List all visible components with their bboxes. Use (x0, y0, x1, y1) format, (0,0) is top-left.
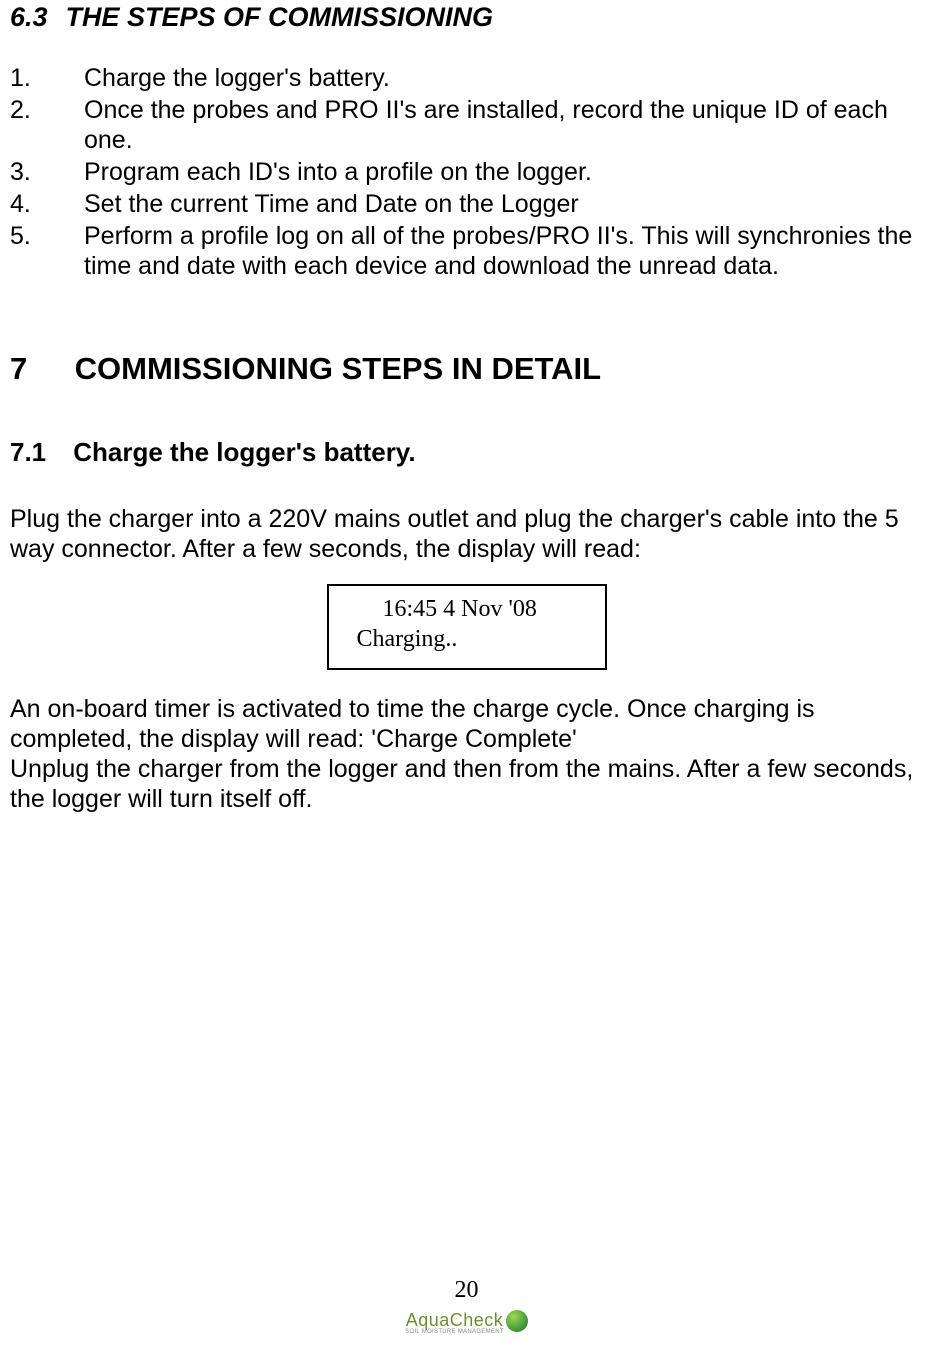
aquacheck-logo: AquaCheck SOIL MOISTURE MANAGEMENT (405, 1310, 528, 1335)
section-6-3-title: THE STEPS OF COMMISSIONING (66, 2, 494, 32)
list-item-text: Charge the logger's battery. (84, 63, 923, 93)
list-item-number: 2. (10, 95, 84, 155)
display-line-1: 16:45 4 Nov '08 (349, 594, 585, 624)
logger-display-box: 16:45 4 Nov '08 Charging.. (327, 584, 607, 670)
list-item-number: 4. (10, 189, 84, 219)
list-item-number: 5. (10, 221, 84, 281)
paragraph-2: An on-board timer is activated to time t… (10, 694, 923, 754)
section-7-heading: 7 COMMISSIONING STEPS IN DETAIL (10, 351, 923, 387)
list-item: 2. Once the probes and PRO II's are inst… (10, 95, 923, 155)
section-7-title: COMMISSIONING STEPS IN DETAIL (75, 351, 601, 386)
list-item: 3. Program each ID's into a profile on t… (10, 157, 923, 187)
page-number: 20 (0, 1277, 933, 1304)
list-item-number: 1. (10, 63, 84, 93)
globe-icon (506, 1310, 528, 1332)
section-7-1-number: 7.1 (10, 437, 66, 468)
paragraph-3: Unplug the charger from the logger and t… (10, 754, 923, 814)
list-item-text: Once the probes and PRO II's are install… (84, 95, 923, 155)
page-footer: 20 AquaCheck SOIL MOISTURE MANAGEMENT (0, 1277, 933, 1335)
list-item: 4. Set the current Time and Date on the … (10, 189, 923, 219)
logo-text-check: Check (450, 1310, 504, 1330)
list-item-text: Set the current Time and Date on the Log… (84, 189, 923, 219)
list-item-number: 3. (10, 157, 84, 187)
section-7-1-title: Charge the logger's battery. (73, 437, 415, 467)
logo-subtitle: SOIL MOISTURE MANAGEMENT (405, 1329, 504, 1335)
paragraph-1: Plug the charger into a 220V mains outle… (10, 504, 923, 564)
section-6-3-heading: 6.3 THE STEPS OF COMMISSIONING (10, 2, 923, 33)
section-6-3-number: 6.3 (10, 2, 58, 33)
list-item-text: Perform a profile log on all of the prob… (84, 221, 923, 281)
list-item: 5. Perform a profile log on all of the p… (10, 221, 923, 281)
logo-text-aqua: Aqua (406, 1310, 450, 1330)
display-line-2: Charging.. (349, 624, 585, 654)
list-item-text: Program each ID's into a profile on the … (84, 157, 923, 187)
commissioning-steps-list: 1. Charge the logger's battery. 2. Once … (10, 63, 923, 281)
list-item: 1. Charge the logger's battery. (10, 63, 923, 93)
section-7-number: 7 (10, 351, 66, 387)
section-7-1-heading: 7.1 Charge the logger's battery. (10, 437, 923, 468)
